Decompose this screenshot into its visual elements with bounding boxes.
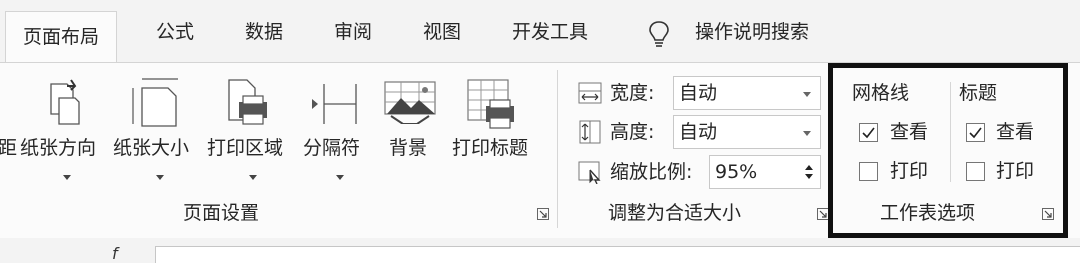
tab-developer[interactable]: 开发工具 [512, 20, 588, 44]
chevron-down-icon[interactable] [63, 175, 71, 180]
chevron-down-icon[interactable] [336, 175, 344, 180]
paper-size-icon[interactable] [130, 76, 182, 128]
orientation-icon[interactable] [47, 76, 81, 128]
paper-size-button[interactable]: 纸张大小 [113, 136, 189, 160]
tab-page-layout[interactable]: 页面布局 [5, 11, 118, 63]
chevron-down-icon[interactable] [803, 131, 811, 136]
background-button[interactable]: 背景 [389, 136, 427, 160]
page-break-icon[interactable] [310, 80, 360, 128]
formula-input[interactable] [155, 246, 1080, 263]
print-titles-icon[interactable] [466, 78, 518, 130]
scale-icon [578, 161, 601, 184]
margins-button-label[interactable]: 距 [0, 136, 17, 160]
tab-formulas[interactable]: 公式 [156, 20, 194, 44]
height-label: 高度: [610, 121, 655, 143]
height-dropdown[interactable]: 自动 [673, 115, 821, 149]
page-setup-group-label: 页面设置 [183, 202, 260, 224]
ribbon-tab-bar: 页面布局 公式 数据 审阅 视图 开发工具 操作说明搜索 [0, 0, 1080, 63]
fx-label[interactable]: f [112, 246, 118, 262]
width-value: 自动 [679, 82, 718, 104]
scale-spinner[interactable]: 95% [709, 155, 821, 189]
chevron-down-icon[interactable] [803, 92, 811, 97]
print-area-icon[interactable] [225, 76, 269, 128]
width-label: 宽度: [610, 82, 655, 104]
chevron-down-icon[interactable] [249, 175, 257, 180]
print-titles-button[interactable]: 打印标题 [452, 136, 528, 160]
chevron-down-icon[interactable] [156, 175, 164, 180]
tab-view[interactable]: 视图 [423, 20, 461, 44]
orientation-button[interactable]: 纸张方向 [20, 136, 96, 160]
background-icon[interactable] [383, 80, 437, 124]
scale-value: 95% [715, 161, 758, 183]
breaks-button[interactable]: 分隔符 [303, 136, 360, 160]
width-icon [578, 82, 602, 104]
height-value: 自动 [679, 121, 718, 143]
tab-data[interactable]: 数据 [245, 20, 283, 44]
spin-up-down-icon[interactable] [803, 162, 815, 182]
scale-to-fit-group-label: 调整为合适大小 [608, 202, 742, 224]
lightbulb-icon[interactable] [648, 20, 670, 48]
dialog-launcher-icon[interactable] [537, 208, 549, 220]
scale-label: 缩放比例: [610, 161, 693, 183]
tab-review[interactable]: 审阅 [334, 20, 372, 44]
tell-me-search[interactable]: 操作说明搜索 [695, 20, 809, 44]
print-area-button[interactable]: 打印区域 [207, 136, 283, 160]
height-icon [579, 120, 601, 144]
group-divider [557, 70, 558, 228]
highlight-box [828, 63, 1068, 238]
width-dropdown[interactable]: 自动 [673, 76, 821, 110]
